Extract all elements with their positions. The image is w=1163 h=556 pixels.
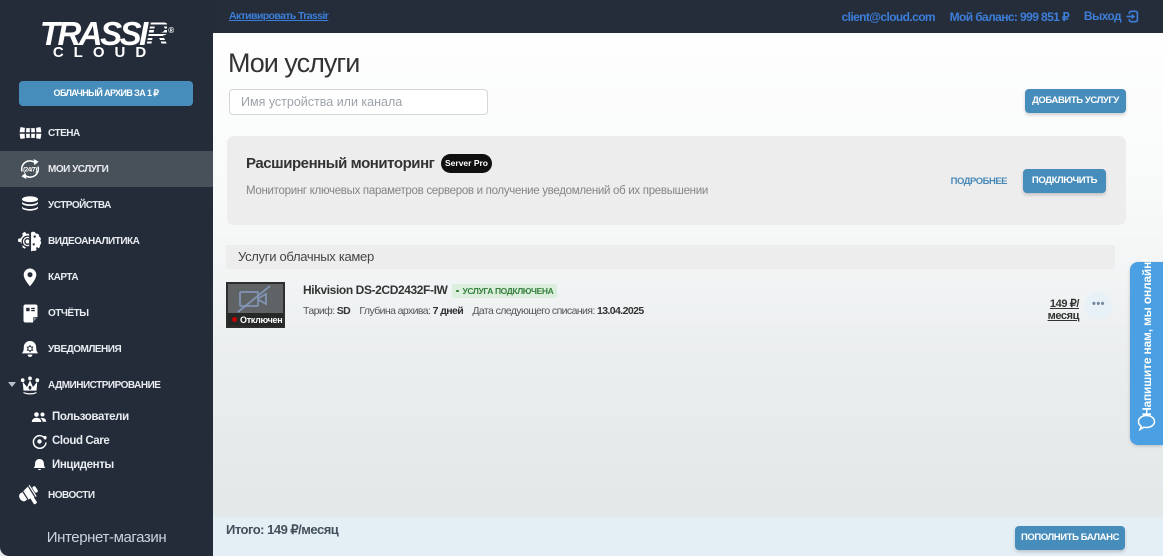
svg-text:(24/7): (24/7) xyxy=(23,166,37,173)
